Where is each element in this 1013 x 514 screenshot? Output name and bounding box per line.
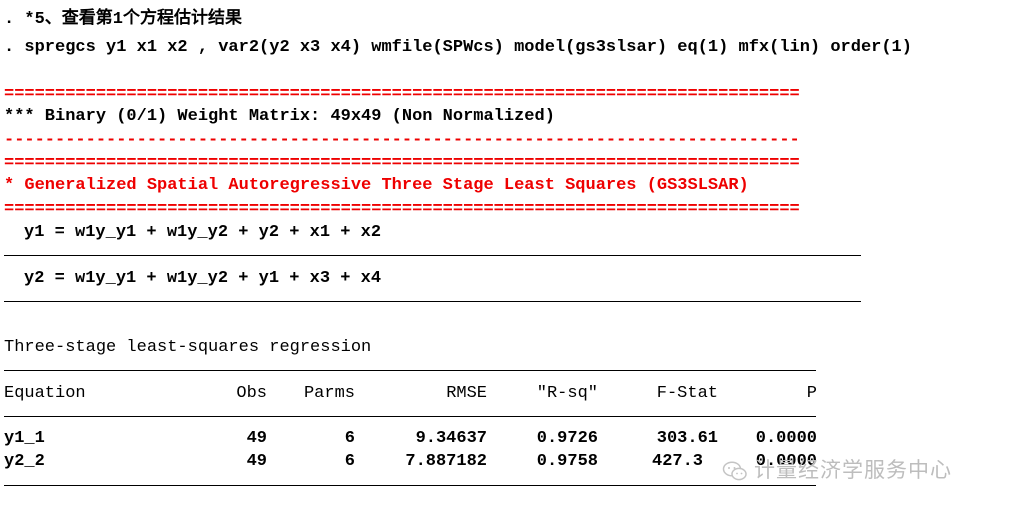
col-equation: Equation — [4, 384, 86, 403]
row-obs: 49 — [246, 452, 267, 471]
equation-separator — [4, 301, 861, 302]
wechat-icon — [722, 461, 747, 481]
regression-title: Three-stage least-squares regression — [4, 338, 372, 357]
row-equation: y1_1 — [4, 429, 45, 448]
col-p: P — [806, 384, 817, 403]
model-title: * Generalized Spatial Autoregressive Thr… — [4, 176, 749, 195]
row-fstat: 303.61 — [656, 429, 718, 448]
row-p: 0.0000 — [755, 429, 817, 448]
row-fstat: 427.3 — [652, 452, 704, 471]
equation-2: y2 = w1y_y1 + w1y_y2 + y1 + x3 + x4 — [24, 269, 382, 288]
table-header-rule — [4, 416, 816, 417]
col-rsq: "R-sq" — [536, 384, 598, 403]
col-rmse: RMSE — [446, 384, 487, 403]
row-rsq: 0.9726 — [536, 429, 598, 448]
row-parms: 6 — [344, 452, 355, 471]
equation-separator — [4, 255, 861, 256]
command-line: . spregcs y1 x1 x2 , var2(y2 x3 x4) wmfi… — [4, 38, 912, 57]
col-fstat: F-Stat — [656, 384, 718, 403]
col-parms: Parms — [303, 384, 355, 403]
weight-matrix-line: *** Binary (0/1) Weight Matrix: 49x49 (N… — [4, 107, 555, 126]
row-rmse: 7.887182 — [405, 452, 487, 471]
table-top-rule — [4, 370, 816, 371]
row-rmse: 9.34637 — [415, 429, 487, 448]
equation-1: y1 = w1y_y1 + w1y_y2 + y2 + x1 + x2 — [24, 223, 382, 242]
watermark-text: 计量经济学服务中心 — [754, 458, 952, 482]
double-rule: ========================================… — [4, 85, 800, 104]
double-rule: ========================================… — [4, 154, 800, 173]
watermark: 计量经济学服务中心 — [722, 454, 952, 484]
table-bottom-rule — [4, 485, 816, 486]
row-rsq: 0.9758 — [536, 452, 598, 471]
col-obs: Obs — [236, 384, 267, 403]
dashed-rule: ----------------------------------------… — [4, 131, 800, 150]
comment-line: . *5、查看第1个方程估计结果 — [4, 10, 243, 29]
double-rule: ========================================… — [4, 200, 800, 219]
row-parms: 6 — [344, 429, 355, 448]
row-obs: 49 — [246, 429, 267, 448]
row-equation: y2_2 — [4, 452, 45, 471]
